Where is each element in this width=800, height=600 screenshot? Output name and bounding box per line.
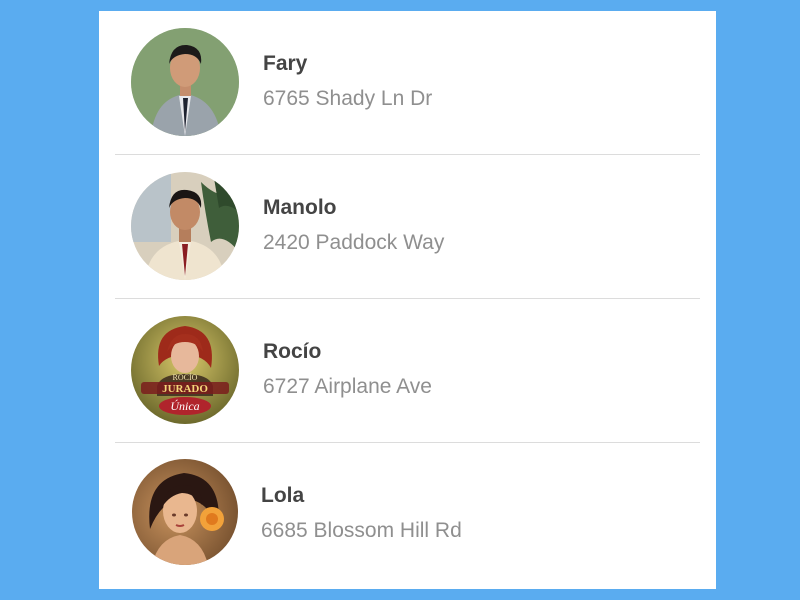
avatar-photo-icon — [131, 28, 239, 136]
list-item[interactable]: ROCÍO JURADO Única Rocío 6727 Airplane A… — [115, 299, 700, 443]
avatar — [131, 172, 239, 280]
contact-address: 6765 Shady Ln Dr — [263, 87, 433, 110]
contact-address: 6727 Airplane Ave — [263, 375, 432, 398]
album-title: Única — [170, 399, 199, 413]
contact-name: Lola — [261, 484, 305, 507]
contact-list: Fary 6765 Shady Ln Dr Manolo 2420 Paddoc… — [115, 11, 700, 587]
contact-address: 2420 Paddock Way — [263, 231, 445, 254]
album-artist-last: JURADO — [162, 383, 208, 395]
avatar — [132, 459, 238, 565]
contact-name: Rocío — [263, 340, 322, 363]
avatar-photo-icon — [132, 459, 238, 565]
list-item[interactable]: Fary 6765 Shady Ln Dr — [115, 11, 700, 155]
list-item[interactable]: Manolo 2420 Paddock Way — [115, 155, 700, 299]
album-artist-first: ROCÍO — [173, 372, 198, 382]
contact-name: Manolo — [263, 196, 337, 219]
contact-address: 6685 Blossom Hill Rd — [261, 519, 462, 542]
contact-list-card: Fary 6765 Shady Ln Dr Manolo 2420 Paddoc… — [99, 11, 716, 589]
list-item[interactable]: Lola 6685 Blossom Hill Rd — [115, 443, 700, 587]
avatar-photo-icon — [131, 172, 239, 280]
album-cover-icon: ROCÍO JURADO Única — [131, 316, 239, 424]
avatar: ROCÍO JURADO Única — [131, 316, 239, 424]
avatar — [131, 28, 239, 136]
contact-name: Fary — [263, 52, 308, 75]
